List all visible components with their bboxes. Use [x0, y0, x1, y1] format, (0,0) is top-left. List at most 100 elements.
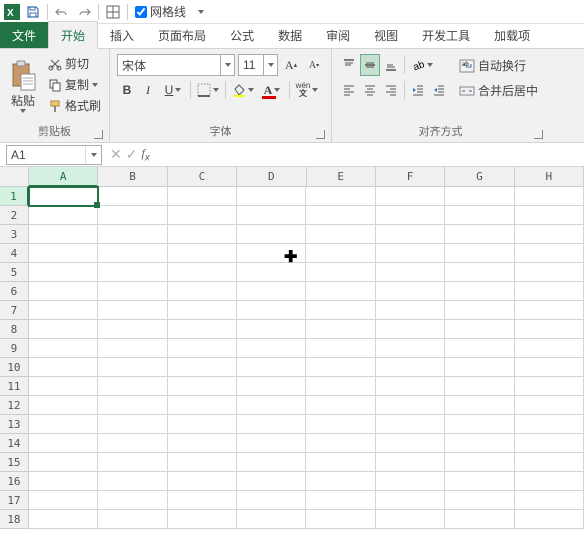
cell[interactable] — [98, 263, 167, 282]
borders-button[interactable] — [194, 79, 222, 101]
row-header[interactable]: 10 — [0, 358, 29, 377]
row-header[interactable]: 3 — [0, 225, 29, 244]
row-header[interactable]: 12 — [0, 396, 29, 415]
cell[interactable] — [237, 263, 306, 282]
format-painter-button[interactable]: 格式刷 — [46, 96, 103, 115]
column-header[interactable]: G — [445, 167, 514, 187]
align-middle-button[interactable] — [360, 54, 380, 76]
cell[interactable] — [306, 263, 375, 282]
cell[interactable] — [237, 206, 306, 225]
cell[interactable] — [29, 396, 98, 415]
cell[interactable] — [306, 472, 375, 491]
cell[interactable] — [29, 225, 98, 244]
cell[interactable] — [29, 434, 98, 453]
cell[interactable] — [376, 187, 445, 206]
cell[interactable] — [376, 244, 445, 263]
cell[interactable] — [237, 225, 306, 244]
cell[interactable] — [29, 415, 98, 434]
gridlines-input[interactable] — [135, 6, 147, 18]
orientation-button[interactable]: ab — [408, 54, 436, 76]
cell[interactable] — [237, 453, 306, 472]
cell[interactable] — [98, 282, 167, 301]
decrease-font-button[interactable]: A▾ — [304, 54, 324, 76]
cell[interactable] — [29, 358, 98, 377]
column-header[interactable]: D — [237, 167, 306, 187]
cut-button[interactable]: 剪切 — [46, 54, 103, 73]
tab-view[interactable]: 视图 — [362, 22, 410, 48]
row-header[interactable]: 11 — [0, 377, 29, 396]
tab-insert[interactable]: 插入 — [98, 22, 146, 48]
tab-formula[interactable]: 公式 — [218, 22, 266, 48]
cell[interactable] — [515, 377, 584, 396]
cell[interactable] — [376, 301, 445, 320]
cell[interactable] — [515, 301, 584, 320]
row-header[interactable]: 5 — [0, 263, 29, 282]
cell[interactable] — [306, 453, 375, 472]
wrap-text-button[interactable]: ab 自动换行 — [455, 54, 542, 77]
cell[interactable] — [168, 244, 237, 263]
cell[interactable] — [237, 396, 306, 415]
increase-font-button[interactable]: A▴ — [281, 54, 301, 76]
increase-indent-button[interactable] — [429, 79, 449, 101]
cell[interactable] — [29, 453, 98, 472]
cell[interactable] — [98, 434, 167, 453]
italic-button[interactable]: I — [138, 79, 158, 101]
cell[interactable] — [306, 510, 375, 529]
cell[interactable] — [515, 358, 584, 377]
cell[interactable] — [445, 453, 514, 472]
clipboard-group-label[interactable]: 剪贴板 — [4, 121, 105, 142]
cell[interactable] — [515, 453, 584, 472]
merge-center-button[interactable]: 合并后居中 — [455, 79, 542, 102]
cell[interactable] — [515, 187, 584, 206]
cell[interactable] — [237, 510, 306, 529]
cell[interactable] — [515, 225, 584, 244]
cell[interactable] — [306, 396, 375, 415]
cell[interactable] — [98, 225, 167, 244]
cell[interactable] — [98, 339, 167, 358]
row-header[interactable]: 16 — [0, 472, 29, 491]
cell[interactable] — [306, 187, 375, 206]
font-group-label[interactable]: 字体 — [114, 121, 327, 142]
cell[interactable] — [29, 377, 98, 396]
row-header[interactable]: 2 — [0, 206, 29, 225]
cell[interactable] — [376, 510, 445, 529]
cell[interactable] — [98, 415, 167, 434]
gridlines-checkbox[interactable]: 网格线 — [135, 3, 186, 20]
cell[interactable] — [237, 301, 306, 320]
row-header[interactable]: 7 — [0, 301, 29, 320]
cell[interactable] — [237, 415, 306, 434]
font-color-button[interactable]: A — [258, 79, 286, 101]
tab-file[interactable]: 文件 — [0, 22, 48, 48]
column-header[interactable]: H — [515, 167, 584, 187]
cell[interactable] — [515, 396, 584, 415]
cell[interactable] — [237, 282, 306, 301]
cell[interactable] — [376, 320, 445, 339]
cell[interactable] — [306, 282, 375, 301]
underline-button[interactable]: U — [159, 79, 187, 101]
cell[interactable] — [515, 320, 584, 339]
cell[interactable] — [376, 377, 445, 396]
cell[interactable] — [376, 472, 445, 491]
cell[interactable] — [98, 244, 167, 263]
align-bottom-button[interactable] — [381, 54, 401, 76]
cell[interactable] — [306, 320, 375, 339]
cell[interactable] — [29, 187, 98, 206]
cell[interactable] — [306, 434, 375, 453]
cell[interactable] — [376, 434, 445, 453]
enter-formula-button[interactable]: ✓ — [126, 146, 138, 163]
tab-data[interactable]: 数据 — [266, 22, 314, 48]
cell[interactable] — [376, 491, 445, 510]
cell[interactable] — [98, 206, 167, 225]
cell[interactable] — [376, 225, 445, 244]
cell[interactable] — [98, 510, 167, 529]
decrease-indent-button[interactable] — [408, 79, 428, 101]
cancel-formula-button[interactable]: ✕ — [110, 146, 122, 163]
cell[interactable] — [306, 339, 375, 358]
row-header[interactable]: 8 — [0, 320, 29, 339]
cell[interactable] — [376, 453, 445, 472]
cell[interactable] — [445, 301, 514, 320]
cell[interactable] — [445, 320, 514, 339]
align-center-button[interactable] — [360, 79, 380, 101]
cell[interactable] — [168, 263, 237, 282]
paste-button[interactable]: 粘贴 — [4, 52, 42, 121]
